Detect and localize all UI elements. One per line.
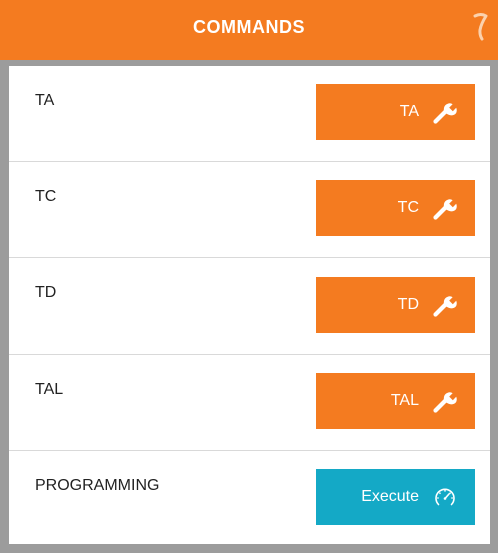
wrench-icon [433, 392, 457, 413]
command-row-tc: TC TC [9, 162, 490, 258]
speedometer-icon [435, 488, 455, 506]
execute-button[interactable]: Execute [316, 469, 475, 525]
wrench-icon [433, 199, 457, 220]
row-label: PROGRAMMING [35, 477, 160, 494]
command-row-ta: TA TA [9, 66, 490, 162]
commands-panel: TA TA TC TC TD TD TAL TAL PROGRAMMING Ex… [9, 66, 490, 544]
command-row-programming: PROGRAMMING Execute [9, 451, 490, 544]
button-label: TAL [390, 392, 419, 409]
command-row-tal: TAL TAL [9, 355, 490, 451]
row-label: TD [35, 284, 57, 301]
row-label: TC [35, 188, 57, 205]
button-label: TC [397, 199, 419, 216]
wrench-icon [433, 103, 457, 124]
button-label: TD [397, 296, 419, 313]
tc-button[interactable]: TC [316, 180, 475, 236]
wrench-icon [433, 296, 457, 317]
tal-button[interactable]: TAL [316, 373, 475, 429]
button-label: TA [399, 103, 419, 120]
button-label: Execute [361, 488, 419, 505]
hook-icon[interactable] [472, 12, 490, 42]
commands-header: COMMANDS [0, 0, 498, 60]
command-row-td: TD TD [9, 258, 490, 355]
td-button[interactable]: TD [316, 277, 475, 333]
row-label: TAL [35, 381, 64, 398]
header-title: COMMANDS [193, 17, 305, 37]
ta-button[interactable]: TA [316, 84, 475, 140]
row-label: TA [35, 92, 55, 109]
